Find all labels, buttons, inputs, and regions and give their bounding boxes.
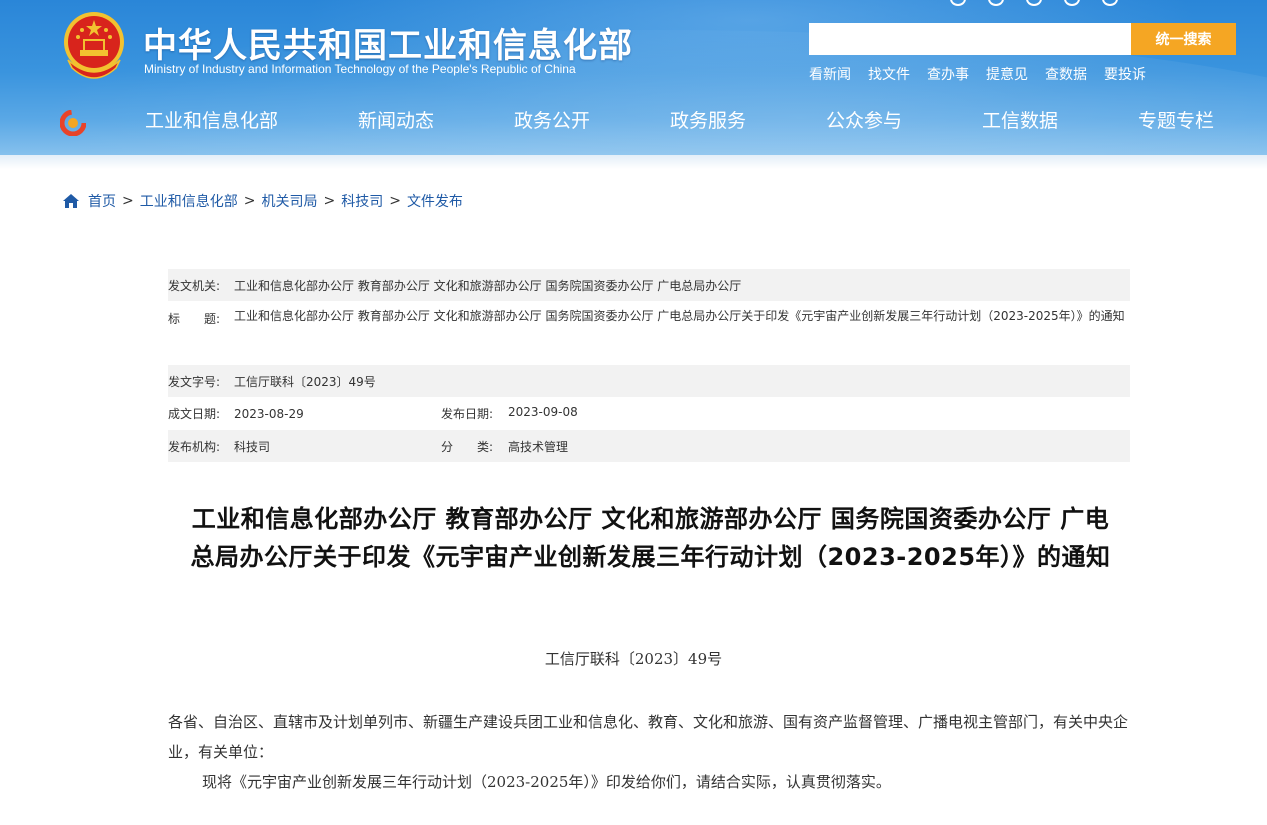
search-button[interactable]: 统一搜索: [1131, 23, 1236, 55]
meta-row-title: 标 题: 工业和信息化部办公厅 教育部办公厅 文化和旅游部办公厅 国务院国资委办公…: [168, 301, 1130, 365]
breadcrumb-miit[interactable]: 工业和信息化部: [140, 191, 238, 211]
meta-row-publisher: 发布机构: 科技司 分 类: 高技术管理: [168, 430, 1130, 462]
site-header: 中华人民共和国工业和信息化部 Ministry of Industry and …: [0, 0, 1267, 160]
meta-issuer: 工业和信息化部办公厅 教育部办公厅 文化和旅游部办公厅 国务院国资委办公厅 广电…: [234, 278, 742, 293]
meta-label-part: 分: [441, 439, 454, 454]
quick-link-feedback[interactable]: 提意见: [986, 64, 1028, 84]
quick-links: 看新闻 找文件 查办事 提意见 查数据 要投诉: [809, 64, 1163, 84]
meta-publish-date: 2023-09-08: [508, 405, 578, 419]
article-title-line: 总局办公厅关于印发《元宇宙产业创新发展三年行动计划（2023-2025年）》的通…: [190, 543, 1111, 571]
utility-icon[interactable]: [1102, 0, 1118, 6]
nav-item-news[interactable]: 新闻动态: [358, 106, 434, 133]
meta-label: 发布日期:: [441, 407, 494, 421]
meta-label: 标 题:: [168, 301, 234, 327]
breadcrumb-separator: >: [389, 193, 401, 209]
meta-publisher: 科技司: [234, 439, 271, 454]
nav-item-gov-services[interactable]: 政务服务: [670, 106, 746, 133]
site-title[interactable]: 中华人民共和国工业和信息化部: [143, 18, 633, 67]
breadcrumb-tech-dept[interactable]: 科技司: [341, 191, 383, 211]
quick-link-services[interactable]: 查办事: [927, 64, 969, 84]
meta-category-cell: 分 类: 高技术管理: [441, 438, 568, 455]
nav-item-public-participation[interactable]: 公众参与: [826, 106, 902, 133]
nav-item-topics[interactable]: 专题专栏: [1138, 106, 1214, 133]
breadcrumb-separator: >: [323, 193, 336, 209]
utility-icon[interactable]: [988, 0, 1004, 6]
breadcrumb-separator: >: [122, 193, 134, 209]
header-shadow: [0, 155, 1267, 169]
nav-item-miit[interactable]: 工业和信息化部: [145, 106, 278, 133]
article-title: 工业和信息化部办公厅 教育部办公厅 文化和旅游部办公厅 国务院国资委办公厅 广电…: [168, 500, 1133, 576]
article-title-line: 工业和信息化部办公厅 教育部办公厅 文化和旅游部办公厅 国务院国资委办公厅 广电: [191, 505, 1110, 533]
main-nav: 工业和信息化部 新闻动态 政务公开 政务服务 公众参与 工信数据 专题专栏: [0, 106, 1267, 140]
utility-icon[interactable]: [950, 0, 966, 6]
quick-link-news[interactable]: 看新闻: [809, 64, 851, 84]
top-utility-icons: [950, 0, 1118, 6]
meta-label: 成文日期:: [168, 407, 221, 421]
search-input[interactable]: [809, 23, 1131, 55]
article-doc-number: 工信厅联科〔2023〕49号: [544, 650, 723, 668]
quick-link-complaints[interactable]: 要投诉: [1104, 64, 1146, 84]
breadcrumb-departments[interactable]: 机关司局: [261, 191, 317, 211]
nav-item-data[interactable]: 工信数据: [982, 106, 1058, 133]
quick-link-data[interactable]: 查数据: [1045, 64, 1087, 84]
meta-label-part: 题:: [204, 312, 221, 326]
breadcrumb-home[interactable]: 首页: [88, 191, 116, 211]
nav-item-gov-affairs[interactable]: 政务公开: [514, 106, 590, 133]
breadcrumb-file-release[interactable]: 文件发布: [407, 191, 463, 211]
national-emblem[interactable]: [60, 10, 128, 82]
home-icon[interactable]: [62, 193, 80, 209]
meta-label: 发文字号:: [168, 374, 221, 389]
breadcrumb-separator: >: [243, 193, 256, 209]
meta-label-part: 类:: [477, 439, 494, 454]
quick-link-documents[interactable]: 找文件: [868, 64, 910, 84]
meta-row-issuer: 发文机关: 工业和信息化部办公厅 教育部办公厅 文化和旅游部办公厅 国务院国资委…: [168, 269, 1130, 301]
document-meta-table: 发文机关: 工业和信息化部办公厅 教育部办公厅 文化和旅游部办公厅 国务院国资委…: [168, 269, 1130, 462]
meta-label: 发布机构:: [168, 439, 221, 454]
article-paragraph: 现将《元宇宙产业创新发展三年行动计划（2023-2025年）》印发给你们，请结合…: [202, 773, 891, 791]
meta-publish-date-cell: 发布日期: 2023-09-08: [441, 405, 578, 422]
breadcrumb: 首页 > 工业和信息化部 > 机关司局 > 科技司 > 文件发布: [62, 191, 463, 211]
meta-row-dates: 成文日期: 2023-08-29 发布日期: 2023-09-08: [168, 397, 1130, 430]
meta-title: 工业和信息化部办公厅 教育部办公厅 文化和旅游部办公厅 国务院国资委办公厅 广电…: [234, 309, 1125, 323]
utility-icon[interactable]: [1026, 0, 1042, 6]
meta-label: 发文机关:: [168, 278, 221, 293]
meta-row-doc-number: 发文字号: 工信厅联科〔2023〕49号: [168, 365, 1130, 397]
meta-label-part: 标: [168, 312, 181, 326]
meta-written-date: 2023-08-29: [234, 406, 304, 421]
meta-label: 分 类:: [441, 438, 508, 455]
meta-category: 高技术管理: [508, 439, 569, 454]
article-salutation: 各省、自治区、直辖市及计划单列市、新疆生产建设兵团工业和信息化、教育、文化和旅游…: [168, 713, 1129, 761]
meta-doc-number: 工信厅联科〔2023〕49号: [234, 374, 376, 389]
site-subtitle: Ministry of Industry and Information Tec…: [144, 62, 576, 76]
utility-icon[interactable]: [1064, 0, 1080, 6]
